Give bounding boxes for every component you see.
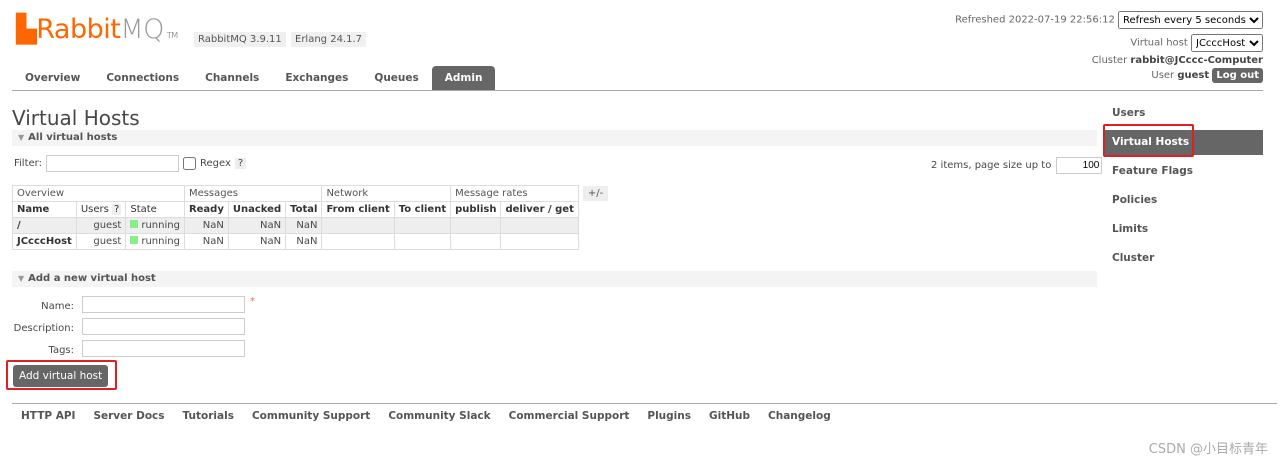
- vhosts-table: Overview Messages Network Message rates …: [12, 185, 613, 250]
- refresh-select[interactable]: Refresh every 5 seconds: [1118, 11, 1263, 29]
- refresh-row: Refreshed 2022-07-19 22:56:12 Refresh ev…: [955, 11, 1263, 29]
- footer-link[interactable]: HTTP API: [21, 410, 75, 422]
- status-indicator: [130, 236, 139, 244]
- main-nav: Overview Connections Channels Exchanges …: [12, 66, 496, 90]
- filter-input[interactable]: [45, 155, 179, 172]
- footer-links: HTTP API Server Docs Tutorials Community…: [12, 410, 840, 422]
- collapse-icon: ▼: [18, 133, 25, 142]
- header-divider: [12, 90, 1263, 91]
- vhost-select[interactable]: JCcccHost: [1191, 34, 1263, 52]
- tags-input[interactable]: [82, 340, 245, 357]
- footer-link[interactable]: Commercial Support: [509, 410, 630, 422]
- form-labels: Name: Description: Tags:: [13, 301, 74, 356]
- description-input[interactable]: [82, 318, 245, 335]
- tab-exchanges[interactable]: Exchanges: [272, 66, 361, 90]
- rabbitmq-logo: ▙ Rabbit MQ TM: [16, 14, 178, 45]
- regex-checkbox[interactable]: [182, 157, 196, 170]
- tab-admin[interactable]: Admin: [431, 66, 496, 90]
- footer-link[interactable]: Community Support: [252, 410, 370, 422]
- rabbitmq-version: RabbitMQ 3.9.11: [194, 32, 286, 47]
- refreshed-time: Refreshed 2022-07-19 22:56:12: [955, 14, 1115, 26]
- sidebar-item-feature-flags[interactable]: Feature Flags: [1105, 157, 1263, 186]
- sidebar-item-cluster[interactable]: Cluster: [1105, 244, 1263, 273]
- vhost-link[interactable]: JCcccHost: [17, 236, 72, 247]
- tab-channels[interactable]: Channels: [192, 66, 272, 90]
- watermark: CSDN @小目标青年: [1148, 442, 1268, 457]
- footer-divider: [12, 403, 1277, 404]
- add-vhost-section[interactable]: ▼ Add a new virtual host: [12, 271, 1097, 287]
- footer-link[interactable]: Plugins: [647, 410, 691, 422]
- page-size-input[interactable]: [1056, 157, 1103, 174]
- footer-link[interactable]: Tutorials: [183, 410, 234, 422]
- tab-connections[interactable]: Connections: [93, 66, 192, 90]
- vhost-link[interactable]: /: [17, 220, 21, 231]
- logout-button[interactable]: Log out: [1212, 68, 1263, 83]
- columns-toggle[interactable]: +/-: [582, 186, 609, 201]
- help-icon[interactable]: ?: [112, 204, 122, 215]
- page-title: Virtual Hosts: [12, 106, 140, 130]
- filter-row: Filter: Regex ?: [14, 155, 247, 172]
- status-indicator: [130, 220, 139, 228]
- cluster-info: Cluster rabbit@JCccc-Computer: [1091, 55, 1263, 66]
- footer-link[interactable]: GitHub: [709, 410, 750, 422]
- sidebar-item-limits[interactable]: Limits: [1105, 215, 1263, 244]
- footer-link[interactable]: Changelog: [768, 410, 831, 422]
- sidebar-item-policies[interactable]: Policies: [1105, 186, 1263, 215]
- collapse-icon: ▼: [18, 274, 25, 283]
- pagination: 2 items, page size up to: [931, 157, 1103, 174]
- user-info: User guest Log out: [1151, 68, 1263, 83]
- vhost-label: Virtual host: [1130, 37, 1188, 49]
- name-input[interactable]: [82, 296, 245, 313]
- add-vhost-button[interactable]: Add virtual host: [13, 365, 109, 387]
- vhost-row: Virtual host JCcccHost: [1130, 34, 1263, 52]
- footer-link[interactable]: Community Slack: [388, 410, 490, 422]
- all-vhosts-section[interactable]: ▼ All virtual hosts: [12, 130, 1097, 146]
- help-icon[interactable]: ?: [234, 158, 247, 169]
- table-row[interactable]: JCcccHost guest running NaN NaN NaN: [12, 233, 613, 250]
- erlang-version: Erlang 24.1.7: [291, 32, 367, 47]
- tab-queues[interactable]: Queues: [361, 66, 431, 90]
- highlight-box: [1103, 124, 1194, 157]
- footer-link[interactable]: Server Docs: [93, 410, 164, 422]
- table-row[interactable]: / guest running NaN NaN NaN: [12, 217, 613, 234]
- required-marker: *: [250, 296, 255, 307]
- tab-overview[interactable]: Overview: [12, 66, 93, 90]
